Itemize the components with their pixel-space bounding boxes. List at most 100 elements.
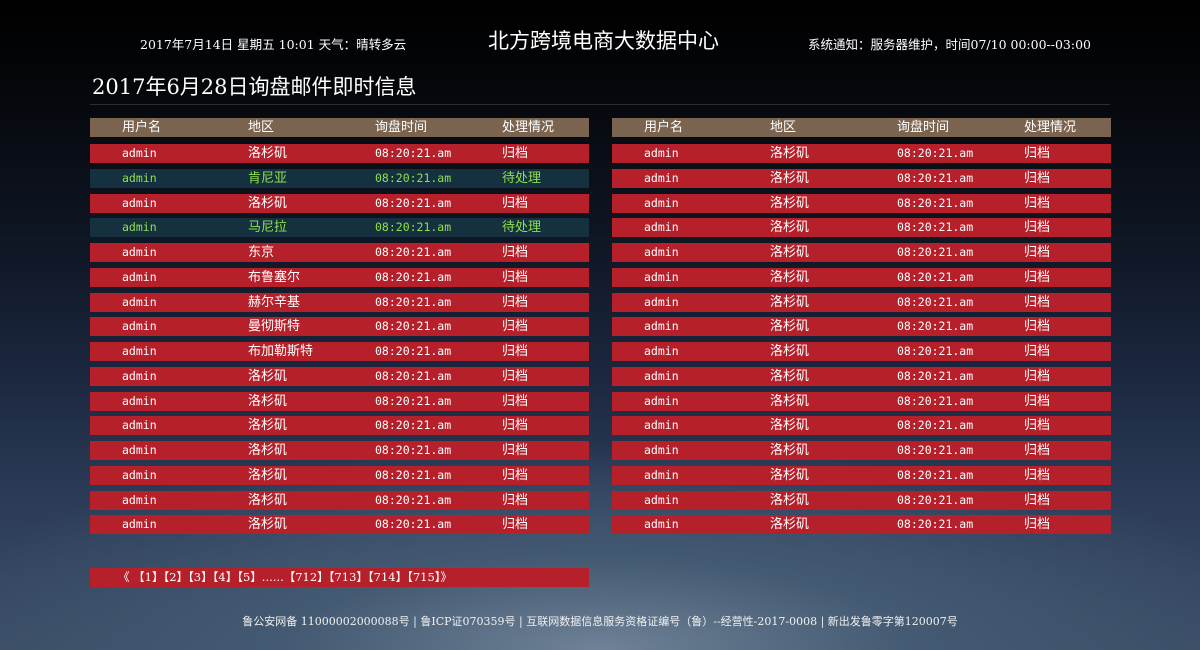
table-row[interactable]: admin 洛杉矶 08:20:21.am 归档 [612, 515, 1111, 535]
cell-time: 08:20:21.am [897, 269, 974, 284]
table-row[interactable]: admin 洛杉矶 08:20:21.am 归档 [612, 465, 1111, 485]
cell-region: 洛杉矶 [248, 492, 288, 508]
table-row[interactable]: admin 洛杉矶 08:20:21.am 归档 [612, 193, 1111, 213]
cell-user: admin [644, 294, 679, 309]
table-row[interactable]: admin 东京 08:20:21.am 归档 [90, 243, 589, 262]
pagination-page-link[interactable]: 【1】 [133, 570, 163, 584]
cell-time: 08:20:21.am [375, 220, 452, 235]
table-row[interactable]: admin 布鲁塞尔 08:20:21.am 归档 [90, 267, 589, 287]
cell-region: 洛杉矶 [770, 146, 810, 161]
cell-user: admin [122, 195, 157, 210]
cell-time: 08:20:21.am [897, 344, 974, 358]
table-row[interactable]: admin 洛杉矶 08:20:21.am 归档 [612, 366, 1111, 386]
cell-time: 08:20:21.am [375, 517, 452, 532]
pagination-ellipsis: ...... [261, 570, 284, 584]
cell-status: 归档 [1024, 319, 1051, 335]
pagination-page-link[interactable]: 【714】 [368, 570, 407, 584]
cell-time: 08:20:21.am [375, 467, 452, 482]
pagination-page-link[interactable]: 【712】 [284, 570, 329, 584]
footer-license-text: 鲁公安网备 11000002000088号 | 鲁ICP证070359号 | 互… [242, 615, 958, 628]
table-row[interactable]: admin 洛杉矶 08:20:21.am 归档 [612, 391, 1111, 411]
cell-status: 归档 [1024, 146, 1051, 161]
table-row[interactable]: admin 洛杉矶 08:20:21.am 归档 [612, 267, 1111, 287]
table-row[interactable]: admin 洛杉矶 08:20:21.am 归档 [612, 317, 1111, 337]
cell-user: admin [122, 467, 157, 482]
column-header-user: 用户名 [644, 120, 684, 135]
cell-status: 归档 [502, 443, 529, 458]
cell-user: admin [644, 170, 679, 185]
pagination-page-link[interactable]: 【3】 [188, 570, 213, 584]
table-row[interactable]: admin 洛杉矶 08:20:21.am 归档 [612, 144, 1111, 163]
pagination-page-link[interactable]: 【5】 [237, 570, 262, 584]
table-row[interactable]: admin 马尼拉 08:20:21.am 待处理 [90, 218, 589, 238]
cell-time: 08:20:21.am [375, 170, 452, 185]
pagination-links: 《 【1】【2】【3】【4】【5】......【712】【713】【714】【7… [118, 568, 452, 587]
cell-status: 归档 [502, 344, 529, 359]
table-row[interactable]: admin 洛杉矶 08:20:21.am 归档 [90, 515, 589, 535]
table-row[interactable]: admin 肯尼亚 08:20:21.am 待处理 [90, 168, 589, 188]
cell-time: 08:20:21.am [897, 170, 974, 185]
column-header-region: 地区 [770, 120, 797, 135]
table-row[interactable]: admin 洛杉矶 08:20:21.am 归档 [612, 292, 1111, 312]
pagination-prev[interactable]: 《 [118, 570, 130, 584]
cell-status: 归档 [1024, 443, 1051, 458]
table-row[interactable]: admin 洛杉矶 08:20:21.am 归档 [612, 342, 1111, 361]
column-header-status: 处理情况 [1024, 120, 1077, 135]
table-row[interactable]: admin 洛杉矶 08:20:21.am 归档 [90, 441, 589, 460]
cell-status: 待处理 [502, 220, 542, 236]
cell-status: 归档 [1024, 269, 1051, 285]
cell-status: 归档 [1024, 344, 1051, 359]
table-row[interactable]: admin 洛杉矶 08:20:21.am 归档 [90, 144, 589, 163]
cell-status: 归档 [502, 517, 529, 533]
cell-user: admin [644, 344, 679, 358]
table-row[interactable]: admin 洛杉矶 08:20:21.am 归档 [612, 490, 1111, 510]
section-title: 2017年6月28日询盘邮件即时信息 [92, 75, 417, 99]
cell-user: admin [644, 195, 679, 210]
table-row[interactable]: admin 洛杉矶 08:20:21.am 归档 [612, 243, 1111, 262]
cell-status: 归档 [1024, 418, 1051, 434]
pagination-page-link[interactable]: 【4】 [213, 570, 238, 584]
table-row[interactable]: admin 洛杉矶 08:20:21.am 归档 [612, 168, 1111, 188]
cell-region: 马尼拉 [248, 220, 288, 236]
cell-region: 洛杉矶 [248, 517, 288, 533]
cell-status: 归档 [502, 418, 529, 434]
pagination-page-link[interactable]: 【715】 [407, 570, 440, 584]
cell-region: 洛杉矶 [770, 195, 810, 211]
cell-status: 归档 [1024, 245, 1051, 260]
cell-region: 赫尔辛基 [248, 294, 301, 310]
table-row[interactable]: admin 洛杉矶 08:20:21.am 归档 [612, 218, 1111, 238]
table-row[interactable]: admin 洛杉矶 08:20:21.am 归档 [612, 416, 1111, 436]
cell-user: admin [644, 393, 679, 408]
table-row[interactable]: admin 洛杉矶 08:20:21.am 归档 [90, 366, 589, 386]
cell-user: admin [644, 492, 679, 507]
table-row[interactable]: admin 洛杉矶 08:20:21.am 归档 [90, 490, 589, 510]
cell-time: 08:20:21.am [897, 467, 974, 482]
table-row[interactable]: admin 赫尔辛基 08:20:21.am 归档 [90, 292, 589, 312]
table-row[interactable]: admin 洛杉矶 08:20:21.am 归档 [612, 441, 1111, 460]
cell-region: 洛杉矶 [770, 294, 810, 310]
cell-region: 洛杉矶 [770, 517, 810, 533]
cell-user: admin [122, 443, 157, 457]
cell-time: 08:20:21.am [897, 443, 974, 457]
cell-region: 洛杉矶 [770, 170, 810, 186]
cell-time: 08:20:21.am [897, 393, 974, 408]
cell-region: 洛杉矶 [248, 443, 288, 458]
cell-region: 东京 [248, 245, 275, 260]
cell-region: 洛杉矶 [248, 393, 288, 409]
pagination-page-link[interactable]: 【713】 [329, 570, 368, 584]
cell-user: admin [122, 146, 157, 160]
cell-user: admin [644, 418, 679, 433]
cell-user: admin [122, 517, 157, 532]
table-row[interactable]: admin 洛杉矶 08:20:21.am 归档 [90, 193, 589, 213]
table-row[interactable]: admin 洛杉矶 08:20:21.am 归档 [90, 391, 589, 411]
table-row[interactable]: admin 洛杉矶 08:20:21.am 归档 [90, 416, 589, 436]
table-row[interactable]: admin 洛杉矶 08:20:21.am 归档 [90, 465, 589, 485]
cell-region: 洛杉矶 [248, 195, 288, 211]
pagination-next[interactable]: 》 [441, 570, 453, 584]
table-row[interactable]: admin 布加勒斯特 08:20:21.am 归档 [90, 342, 589, 361]
cell-user: admin [644, 443, 679, 457]
table-row[interactable]: admin 曼彻斯特 08:20:21.am 归档 [90, 317, 589, 337]
cell-region: 洛杉矶 [770, 220, 810, 236]
cell-region: 布加勒斯特 [248, 344, 314, 359]
pagination-page-link[interactable]: 【2】 [163, 570, 188, 584]
